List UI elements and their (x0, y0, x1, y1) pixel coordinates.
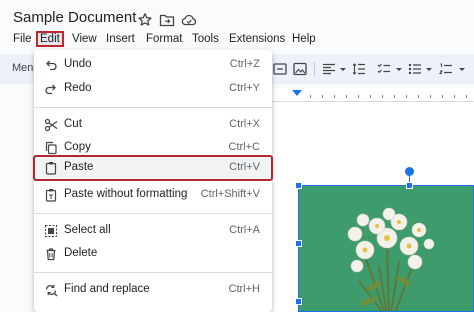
menu-item-label: Paste without formatting (64, 188, 188, 200)
scissors-icon (44, 118, 58, 132)
resize-handle-top-left[interactable] (295, 182, 302, 189)
ruler-tick (418, 95, 419, 98)
bullet-dropdown-chevron-icon[interactable] (421, 61, 437, 77)
menu-item-delete[interactable]: Delete (34, 243, 272, 265)
menu-item-shortcut: Ctrl+Y (229, 82, 260, 94)
clipboard-plain-icon (44, 188, 58, 202)
menu-help[interactable]: Help (292, 33, 316, 45)
menu-divider (34, 213, 272, 214)
menu-item-label: Undo (64, 58, 92, 70)
document-title[interactable]: Sample Document (13, 9, 136, 26)
menu-item-undo[interactable]: Undo Ctrl+Z (34, 54, 272, 76)
checklist-dropdown-chevron-icon[interactable] (391, 61, 407, 77)
redo-icon (44, 82, 58, 96)
insert-link-icon[interactable] (272, 61, 288, 77)
edit-menu-dropdown: Undo Ctrl+Z Redo Ctrl+Y Cut Ctrl+X Copy … (33, 50, 273, 312)
menu-item-label: Delete (64, 247, 98, 259)
menu-divider (34, 272, 272, 273)
trash-icon (44, 247, 58, 261)
move-to-folder-icon[interactable] (159, 12, 175, 28)
menu-divider (34, 107, 272, 108)
line-spacing-icon[interactable] (351, 61, 367, 77)
menu-item-shortcut: Ctrl+C (228, 141, 260, 153)
find-replace-icon (44, 283, 58, 297)
ruler-tick (442, 95, 443, 98)
checklist-icon[interactable] (376, 61, 392, 77)
star-icon[interactable] (137, 12, 153, 28)
google-docs-window: Sample Document File Edit View Insert Fo… (0, 0, 474, 312)
ruler-tick (346, 95, 347, 98)
undo-icon (44, 58, 58, 72)
menu-item-label: Paste (64, 161, 94, 173)
cloud-saved-icon[interactable] (181, 12, 197, 28)
clipboard-icon (44, 161, 58, 175)
menu-item-label: Redo (64, 82, 92, 94)
ruler-tick (406, 95, 407, 98)
menu-tools[interactable]: Tools (192, 33, 219, 45)
flower-bouquet-illustration (347, 207, 435, 311)
menu-item-paste-without-formatting[interactable]: Paste without formatting Ctrl+Shift+V (34, 184, 272, 206)
menu-insert[interactable]: Insert (106, 33, 135, 45)
menu-item-redo[interactable]: Redo Ctrl+Y (34, 78, 272, 100)
numbered-list-icon[interactable] (438, 61, 454, 77)
menu-item-cut[interactable]: Cut Ctrl+X (34, 114, 272, 136)
indent-marker-icon[interactable] (292, 90, 302, 96)
menu-item-paste[interactable]: Paste Ctrl+V (33, 155, 273, 181)
ruler-tick (334, 95, 335, 98)
horizontal-ruler[interactable] (270, 88, 474, 102)
menu-item-shortcut: Ctrl+Shift+V (200, 188, 260, 200)
menu-edit[interactable]: Edit (36, 31, 64, 47)
ruler-tick (310, 95, 311, 98)
menu-item-find-and-replace[interactable]: Find and replace Ctrl+H (34, 279, 272, 301)
ruler-tick (430, 95, 431, 98)
resize-handle-middle-left[interactable] (295, 240, 302, 247)
menu-item-shortcut: Ctrl+A (229, 224, 260, 236)
menu-item-shortcut: Ctrl+X (229, 118, 260, 130)
resize-handle-bottom-left[interactable] (295, 298, 302, 305)
insert-image-icon[interactable] (292, 61, 308, 77)
menu-item-label: Find and replace (64, 283, 150, 295)
copy-icon (44, 141, 58, 155)
align-dropdown-chevron-icon[interactable] (335, 61, 351, 77)
ruler-tick (322, 95, 323, 98)
ruler-tick (382, 95, 383, 98)
ruler-tick (466, 95, 467, 98)
toolbar-divider (314, 62, 315, 76)
menu-file[interactable]: File (13, 33, 32, 45)
ruler-tick (358, 95, 359, 98)
menu-item-shortcut: Ctrl+V (229, 161, 260, 173)
numbered-dropdown-chevron-icon[interactable] (454, 61, 470, 77)
resize-handle-top-center[interactable] (406, 182, 413, 189)
menu-item-label: Select all (64, 224, 111, 236)
menu-item-label: Copy (64, 141, 91, 153)
menu-item-shortcut: Ctrl+H (228, 283, 260, 295)
menu-item-select-all[interactable]: Select all Ctrl+A (34, 220, 272, 242)
select-all-icon (44, 224, 58, 238)
menu-format[interactable]: Format (146, 33, 182, 45)
ruler-tick (394, 95, 395, 98)
ruler-tick (454, 95, 455, 98)
menu-bar: File Edit View Insert Format Tools Exten… (0, 30, 474, 50)
menu-extensions[interactable]: Extensions (229, 33, 285, 45)
menu-item-shortcut: Ctrl+Z (229, 58, 260, 70)
ruler-tick (370, 95, 371, 98)
inserted-image[interactable] (298, 185, 474, 312)
menu-item-label: Cut (64, 118, 82, 130)
rotation-handle[interactable] (405, 167, 414, 176)
menu-view[interactable]: View (72, 33, 97, 45)
